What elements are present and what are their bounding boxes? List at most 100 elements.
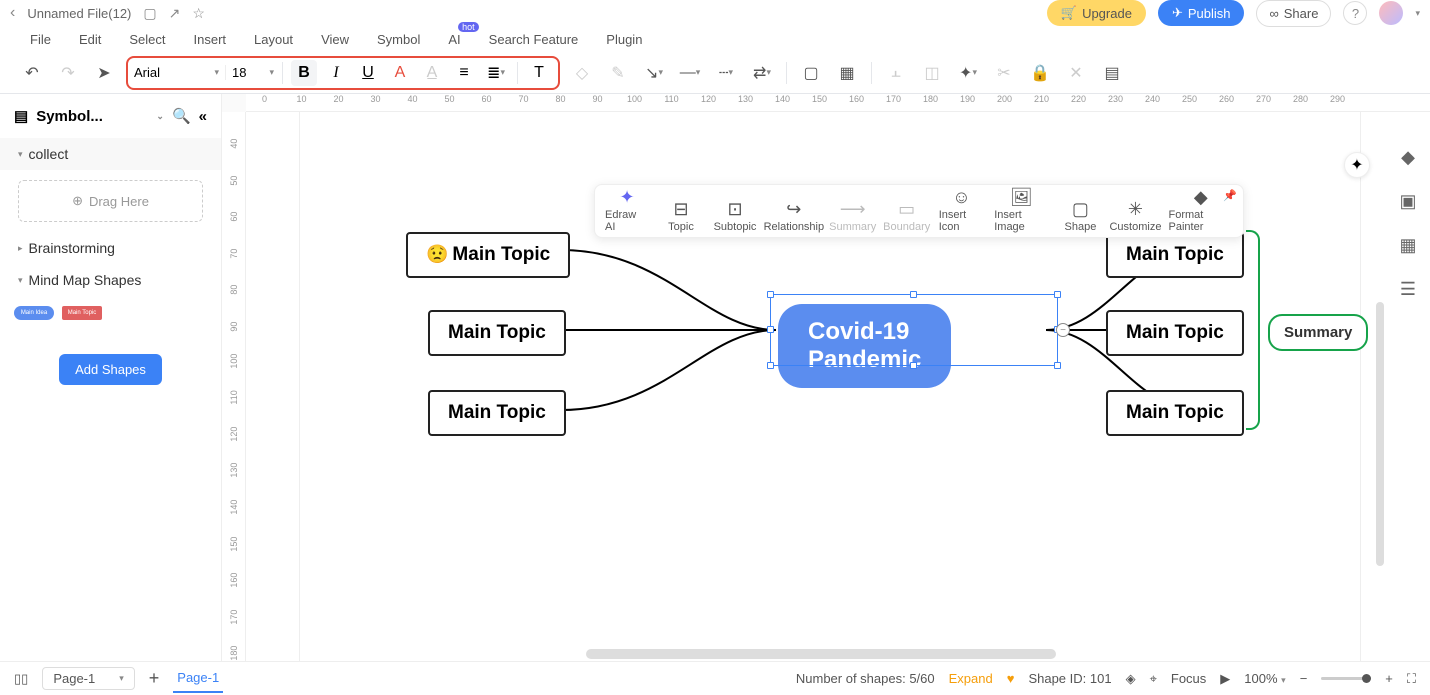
align-h-button[interactable]: ≡ [451,60,477,86]
node-left-3[interactable]: Main Topic [428,390,566,436]
ctx-insert-icon[interactable]: ☺Insert Icon [939,187,985,233]
menu-select[interactable]: Select [129,32,165,47]
ctx-summary[interactable]: ⟶Summary [831,199,875,233]
table-icon[interactable]: ▦ [833,59,861,87]
menu-search-feature[interactable]: Search Feature [489,32,579,47]
canvas[interactable]: 😟Main Topic Main Topic Main Topic Covid-… [246,112,1430,661]
align-v-button[interactable]: ≣▾ [483,60,509,86]
line-style-icon[interactable]: —▾ [676,59,704,87]
zoom-in-icon[interactable]: + [1385,671,1393,686]
node-left-2[interactable]: Main Topic [428,310,566,356]
section-mind-map-shapes[interactable]: ▾Mind Map Shapes [0,264,221,296]
node-left-1[interactable]: 😟Main Topic [406,232,570,278]
connector-icon[interactable]: ↘▾ [640,59,668,87]
shape-thumb-sub[interactable]: Main Topic [62,306,102,320]
underline-button[interactable]: U [355,60,381,86]
ctx-boundary[interactable]: ▭Boundary [885,199,929,233]
cursor-icon[interactable]: ➤ [90,59,118,87]
fill-panel-icon[interactable]: ◆ [1395,144,1421,170]
share-button[interactable]: ∞ Share [1256,0,1331,27]
tools-icon[interactable]: ✕ [1062,59,1090,87]
crop-icon[interactable]: ✂ [990,59,1018,87]
target-icon[interactable]: ⌖ [1150,671,1157,687]
sidebar-collapse-icon[interactable]: « [199,108,207,125]
focus-label[interactable]: Focus [1171,671,1206,686]
section-brainstorming[interactable]: ▸Brainstorming [0,232,221,264]
node-right-3[interactable]: Main Topic [1106,390,1244,436]
fullscreen-icon[interactable]: ⛶ [1407,671,1416,687]
avatar-caret-icon[interactable]: ▾ [1415,8,1420,19]
arrow-style-icon[interactable]: ⇄▾ [748,59,776,87]
open-external-icon[interactable]: ↗ [169,5,181,22]
distribute-icon[interactable]: ◫ [918,59,946,87]
avatar[interactable] [1379,1,1403,25]
sidebar-title-caret[interactable]: ⌄ [156,111,164,122]
redo-icon[interactable]: ↷ [54,59,82,87]
pages-panel-icon[interactable]: ▯▯ [14,671,28,687]
menu-symbol[interactable]: Symbol [377,32,420,47]
add-shapes-button[interactable]: Add Shapes [59,354,162,385]
expand-link[interactable]: Expand [949,671,993,686]
upgrade-button[interactable]: 🛒 Upgrade [1047,0,1146,26]
font-size-options[interactable]: A̲ [419,60,445,86]
effects-icon[interactable]: ✦▾ [954,59,982,87]
menu-edit[interactable]: Edit [79,32,101,47]
publish-button[interactable]: ✈ Publish [1158,0,1245,26]
menu-plugin[interactable]: Plugin [606,32,642,47]
menu-ai[interactable]: AIhot [448,32,460,47]
vertical-scrollbar[interactable] [1376,302,1384,566]
zoom-slider[interactable] [1321,677,1371,680]
library-icon[interactable]: ▤ [14,107,28,125]
ctx-customize[interactable]: ✳Customize [1112,199,1158,233]
bold-button[interactable]: B [291,60,317,86]
heart-icon[interactable]: ♥ [1007,671,1015,686]
add-node-icon[interactable]: − [1056,323,1070,337]
properties-panel-icon[interactable]: ▣ [1395,188,1421,214]
ai-badge-icon[interactable]: ✦ [1344,152,1370,178]
play-icon[interactable]: ▶ [1220,671,1230,687]
layers-status-icon[interactable]: ◈ [1126,671,1136,687]
horizontal-scrollbar[interactable] [586,649,1056,659]
line-dash-icon[interactable]: ┄▾ [712,59,740,87]
font-color-button[interactable]: A [387,60,413,86]
add-page-icon[interactable]: + [149,668,160,689]
page-tab[interactable]: Page-1 [173,664,223,693]
font-name-select[interactable]: Arial▾ [134,65,226,80]
ctx-shape[interactable]: ▢Shape [1058,199,1102,233]
zoom-value[interactable]: 100% ▾ [1244,671,1285,686]
menu-insert[interactable]: Insert [194,32,227,47]
grid-panel-icon[interactable]: ▦ [1395,232,1421,258]
ctx-topic[interactable]: ⊟Topic [659,199,703,233]
menu-view[interactable]: View [321,32,349,47]
zoom-out-icon[interactable]: − [1300,671,1308,686]
node-right-2[interactable]: Main Topic [1106,310,1244,356]
page-select[interactable]: Page-1▾ [42,667,134,690]
shape-thumb-main[interactable]: Main Idea [14,306,54,320]
ctx-pin-icon[interactable]: 📌 [1223,189,1237,202]
undo-icon[interactable]: ↶ [18,59,46,87]
save-icon[interactable]: ▢ [143,5,156,22]
ctx-insert-image[interactable]: 🖼Insert Image [994,187,1048,233]
menu-layout[interactable]: Layout [254,32,293,47]
star-icon[interactable]: ☆ [192,5,205,22]
layers-icon[interactable]: ▤ [1098,59,1126,87]
back-icon[interactable]: ‹ [10,4,15,22]
summary-node[interactable]: Summary [1268,314,1368,351]
section-collect[interactable]: ▾collect [0,138,221,170]
menu-file[interactable]: File [30,32,51,47]
text-box-button[interactable]: T [526,60,552,86]
align-left-icon[interactable]: ⫠ [882,59,910,87]
filename[interactable]: Unnamed File(12) [27,6,131,21]
menu-lines-icon[interactable]: ☰ [1395,276,1421,302]
image-icon[interactable]: ▢ [797,59,825,87]
lock-icon[interactable]: 🔒 [1026,59,1054,87]
node-right-1[interactable]: Main Topic [1106,232,1244,278]
fill-icon[interactable]: ◇ [568,59,596,87]
font-size-select[interactable]: 18▾ [232,65,274,80]
italic-button[interactable]: I [323,60,349,86]
ctx-relationship[interactable]: ↪Relationship [767,199,821,233]
ctx-subtopic[interactable]: ⊡Subtopic [713,199,757,233]
line-color-icon[interactable]: ✎ [604,59,632,87]
ctx-edraw-ai[interactable]: ✦Edraw AI [605,187,649,233]
drag-here-box[interactable]: ⊕Drag Here [18,180,203,222]
